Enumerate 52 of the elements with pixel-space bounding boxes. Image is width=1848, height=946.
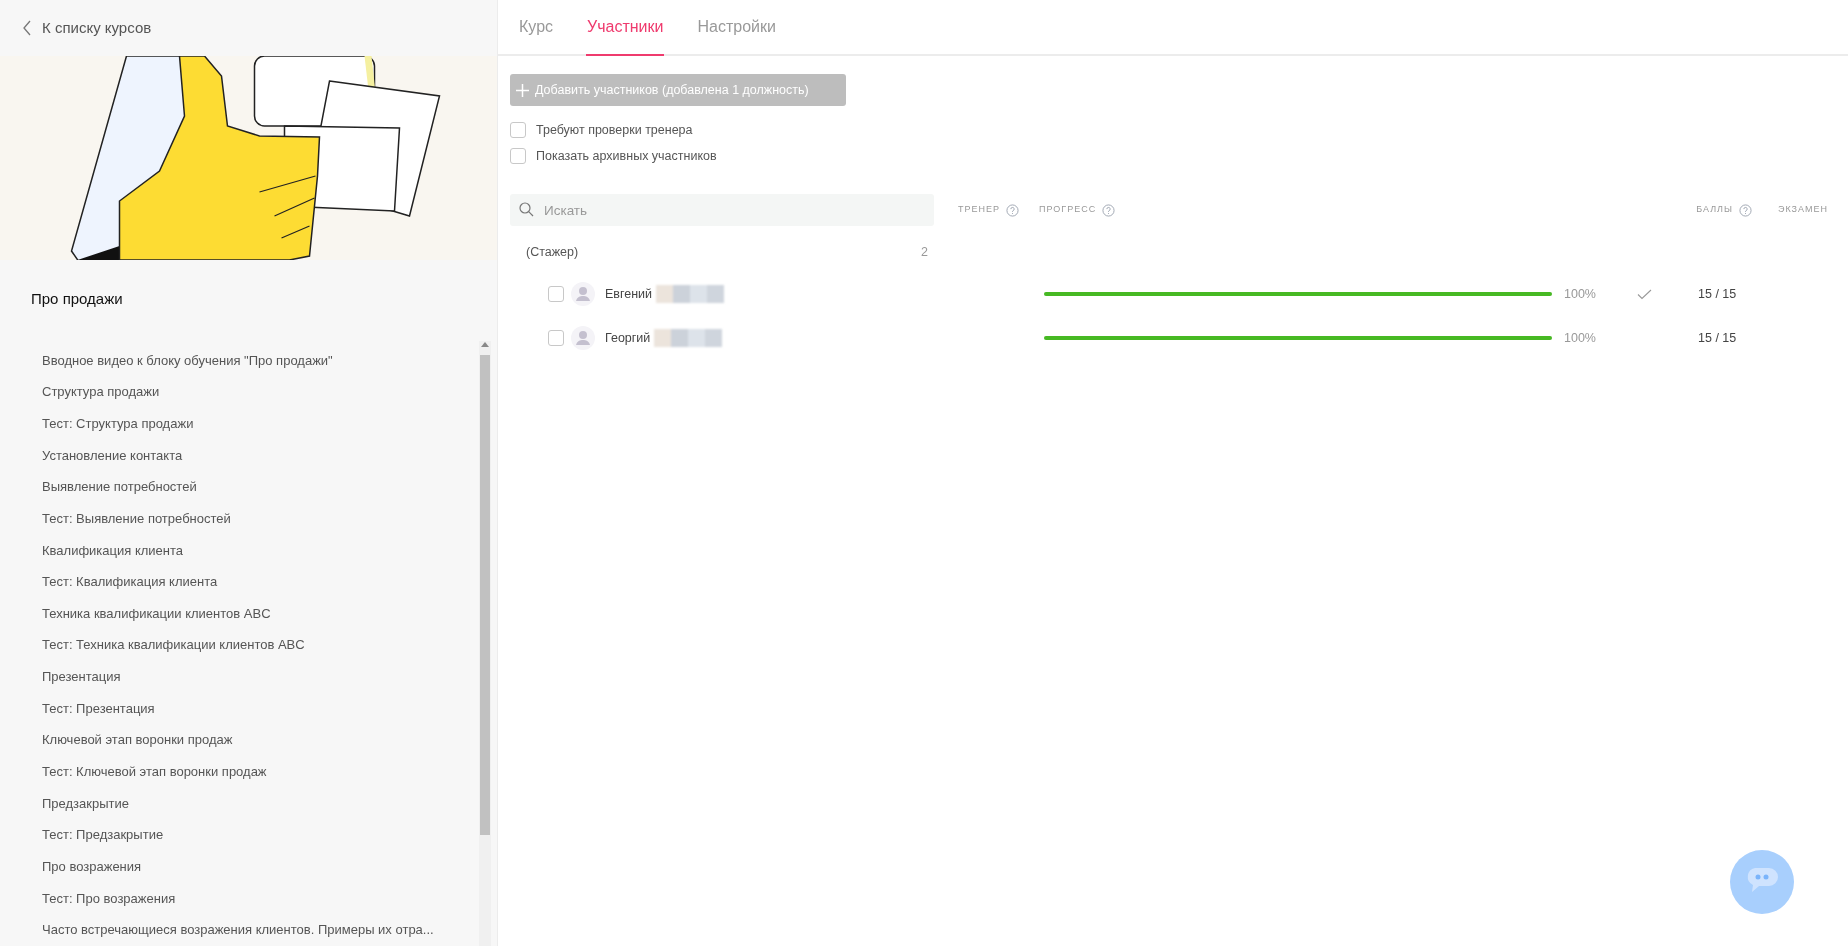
lesson-item[interactable]: Квалификация клиента	[42, 534, 479, 567]
lesson-item[interactable]: Предзакрытие	[42, 787, 479, 820]
lesson-item[interactable]: Установление контакта	[42, 439, 479, 472]
lesson-item[interactable]: Техника квалификации клиентов ABC	[42, 597, 479, 630]
help-icon[interactable]	[1738, 203, 1752, 217]
lesson-item[interactable]: Структура продажи	[42, 376, 479, 408]
progress-value: 100%	[1564, 285, 1597, 303]
back-link[interactable]: К списку курсов	[22, 16, 152, 40]
help-icon[interactable]	[1102, 203, 1116, 217]
column-header: ЭКЗАМЕН	[1777, 203, 1828, 217]
lesson-item[interactable]: Часто встречающиеся возражения клиентов. Примеры их отра...	[42, 914, 479, 946]
course-title: Про продажи	[30, 289, 124, 309]
scrollbar[interactable]	[479, 340, 491, 946]
search-field[interactable]: Искать	[510, 194, 934, 226]
score: 15 / 15	[1698, 285, 1737, 303]
lesson-item[interactable]: Тест: Предзакрытие	[42, 819, 479, 851]
avatar-icon	[571, 326, 595, 350]
column-header: ПРОГРЕСС	[1039, 203, 1097, 217]
lesson-item[interactable]: Вводное видео к блоку обучения "Про продажи"	[42, 344, 479, 377]
redacted-name	[656, 285, 725, 303]
progress-value: 100%	[1564, 329, 1597, 347]
group-name: (Стажер)	[526, 243, 579, 261]
lesson-item[interactable]: Выявление потребностей	[42, 471, 479, 503]
redacted-name	[654, 329, 723, 347]
avatar-icon	[571, 282, 595, 306]
checkbox[interactable]	[548, 330, 564, 346]
help-icon[interactable]	[1006, 203, 1019, 217]
plus-icon	[516, 83, 529, 97]
lesson-item[interactable]: Презентация	[42, 661, 479, 693]
lesson-item[interactable]: Тест: Техника квалификации клиентов ABC	[42, 629, 479, 662]
lesson-item[interactable]: Тест: Про возражения	[42, 882, 479, 915]
chevron-left-icon	[22, 20, 32, 36]
filter-label: Требуют проверки тренера	[536, 121, 693, 139]
search-icon	[519, 202, 534, 217]
group-count: 2	[921, 243, 928, 261]
lesson-item[interactable]: Про возражения	[42, 851, 479, 883]
lesson-item[interactable]: Тест: Структура продажи	[42, 407, 479, 440]
lesson-item[interactable]: Тест: Квалификация клиента	[42, 566, 479, 598]
lesson-item[interactable]: Ключевой этап воронки продаж	[42, 724, 479, 757]
lesson-item[interactable]: Тест: Презентация	[42, 692, 479, 725]
lesson-item[interactable]: Тест: Ключевой этап воронки продаж	[42, 756, 479, 788]
score: 15 / 15	[1698, 329, 1737, 347]
participant-name[interactable]: Евгений	[605, 284, 653, 304]
filter-label: Показать архивных участников	[536, 147, 717, 165]
checkbox[interactable]	[548, 286, 564, 302]
participant-name[interactable]: Георгий	[605, 328, 651, 348]
tab[interactable]: Участники	[586, 0, 665, 56]
column-header: БАЛЛЫ	[1696, 203, 1733, 217]
column-header: ТРЕНЕР	[958, 203, 1000, 217]
checkbox[interactable]	[510, 148, 526, 164]
lesson-item[interactable]: Тест: Выявление потребностей	[42, 502, 479, 535]
checkbox[interactable]	[510, 122, 526, 138]
